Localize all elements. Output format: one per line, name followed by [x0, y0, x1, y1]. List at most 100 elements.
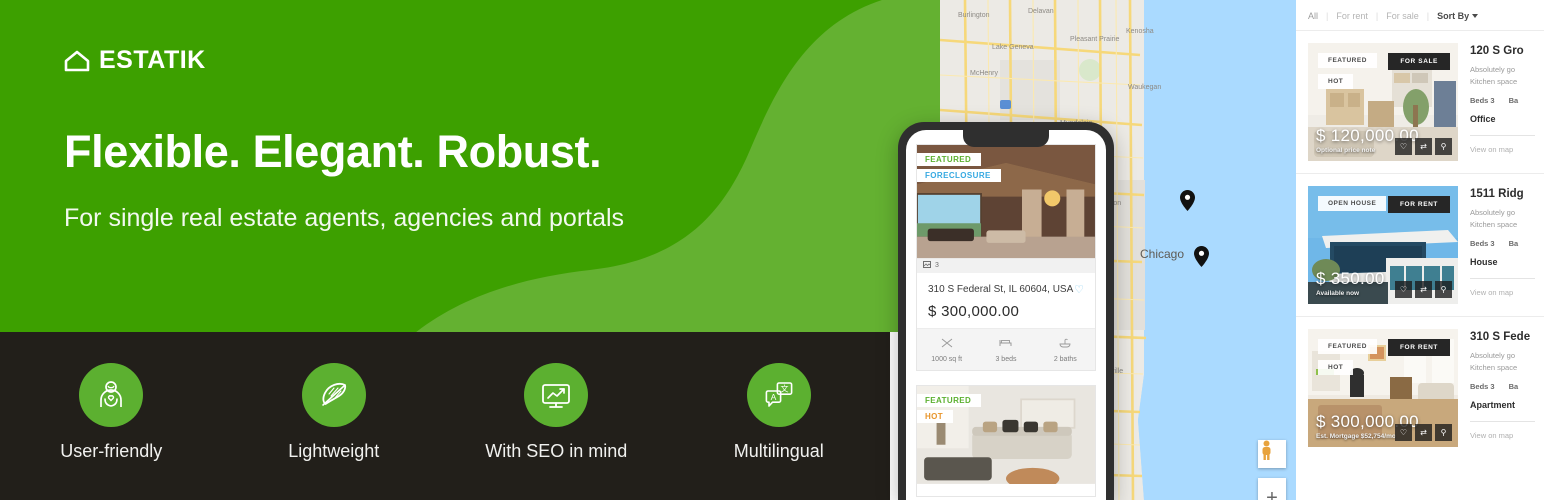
location-pin-icon[interactable]: ⚲: [1435, 138, 1452, 155]
listing-address: 310 S Federal St, IL 60604, USA: [928, 284, 1074, 295]
divider: [1470, 278, 1536, 279]
feature-user-friendly: User-friendly: [0, 363, 223, 462]
listing-row[interactable]: FEATURED HOT FOR RENT $ 300,000.00 Est. …: [1296, 316, 1544, 459]
status-badge: FOR RENT: [1387, 339, 1450, 356]
phone-listing-card[interactable]: FEATURED FORECLOSURE 3 310 S Federal St,…: [916, 144, 1096, 371]
listing-actions: ♡ ⇄ ⚲: [1395, 281, 1452, 298]
listing-photo: FEATURED HOT FOR RENT $ 300,000.00 Est. …: [1308, 329, 1458, 447]
sort-by-label: Sort By: [1437, 11, 1470, 21]
pegman-street-view-icon[interactable]: [1258, 440, 1286, 468]
listing-meta: Beds 3 Ba: [1470, 382, 1544, 391]
view-on-map-link[interactable]: View on map: [1470, 288, 1544, 297]
brand-logo[interactable]: ESTATIK: [64, 48, 206, 73]
listing-beds: Beds 3: [1470, 96, 1495, 105]
badge-featured: FEATURED: [1318, 339, 1377, 354]
feature-lightweight: Lightweight: [223, 363, 446, 462]
feature-icon-badge: [524, 363, 589, 427]
listing-badges: FEATURED HOT: [1318, 53, 1377, 95]
listing-badges: OPEN HOUSE: [1318, 196, 1387, 217]
badge-hot: HOT: [917, 410, 954, 423]
listing-meta: Beds 3 Ba: [1470, 239, 1544, 248]
sort-by-dropdown[interactable]: Sort By: [1437, 11, 1479, 21]
listing-title: 1511 Ridg: [1470, 188, 1524, 200]
monitor-growth-chart-icon: [539, 378, 573, 412]
filter-all[interactable]: All: [1308, 11, 1318, 21]
feature-icon-badge: [301, 363, 366, 427]
badge-hot: HOT: [1318, 74, 1354, 89]
feature-seo: With SEO in mind: [445, 363, 668, 462]
listing-photo: FEATURED HOT: [917, 386, 1095, 496]
divider: |: [1375, 11, 1379, 21]
svg-text:A: A: [770, 392, 776, 402]
badge-featured: FEATURED: [1318, 53, 1377, 68]
bed-icon: [999, 335, 1012, 353]
heart-icon[interactable]: ♡: [1395, 138, 1412, 155]
heart-icon[interactable]: ♡: [1395, 281, 1412, 298]
map-label: Pleasant Prairie: [1070, 36, 1120, 43]
svg-text:文: 文: [780, 384, 788, 394]
heart-icon[interactable]: ♡: [1395, 424, 1412, 441]
map-marker[interactable]: [1180, 190, 1195, 211]
brand-name: ESTATIK: [99, 46, 206, 74]
listing-title: 120 S Gro: [1470, 45, 1524, 57]
divider: |: [1326, 11, 1329, 21]
location-pin-icon[interactable]: ⚲: [1435, 424, 1452, 441]
listing-row[interactable]: OPEN HOUSE FOR RENT $ 350.00 Available n…: [1296, 173, 1544, 316]
listing-type: Office: [1470, 114, 1496, 124]
feature-label: User-friendly: [60, 441, 163, 461]
feature-label: With SEO in mind: [485, 441, 628, 461]
badge-foreclosure: FORECLOSURE: [917, 169, 1001, 182]
phone-listing-card[interactable]: FEATURED HOT: [916, 385, 1096, 497]
spec-value: 2 baths: [1053, 356, 1077, 363]
listing-row[interactable]: FEATURED HOT FOR SALE $ 120,000.00 Optio…: [1296, 30, 1544, 173]
house-icon: [64, 50, 90, 72]
listing-beds: Beds 3: [1470, 239, 1495, 248]
spec-value: 1000 sq ft: [931, 356, 963, 363]
listing-baths: Ba: [1508, 382, 1519, 391]
listing-desc-line1: Absolutely go: [1470, 351, 1516, 360]
hero-subtitle: For single real estate agents, agencies …: [64, 204, 625, 232]
phone-screen: FEATURED FORECLOSURE 3 310 S Federal St,…: [906, 130, 1106, 500]
badge-hot: HOT: [1318, 360, 1354, 375]
phone-mockup: FEATURED FORECLOSURE 3 310 S Federal St,…: [898, 122, 1114, 500]
feature-label: Lightweight: [288, 441, 380, 461]
promo-banner: ESTATIK Flexible. Elegant. Robust. For s…: [0, 0, 1544, 500]
listing-photo: FEATURED HOT FOR SALE $ 120,000.00 Optio…: [1308, 43, 1458, 161]
filter-for-rent[interactable]: For rent: [1336, 11, 1368, 21]
area-icon: [941, 335, 953, 353]
compare-icon[interactable]: ⇄: [1415, 281, 1432, 298]
translate-speech-bubbles-icon: 文 A: [762, 378, 796, 412]
listing-desc-line2: Kitchen space: [1470, 77, 1518, 86]
location-pin-icon[interactable]: ⚲: [1435, 281, 1452, 298]
view-on-map-link[interactable]: View on map: [1470, 145, 1544, 154]
map-marker[interactable]: [1194, 246, 1209, 267]
listings-panel: All | For rent | For sale | Sort By FEAT…: [1296, 0, 1544, 500]
listing-desc-line2: Kitchen space: [1470, 220, 1518, 229]
spec-area: 1000 sq ft: [917, 335, 976, 363]
listing-body: 310 S Federal St, IL 60604, USA ♡ $ 300,…: [917, 273, 1095, 328]
compare-icon[interactable]: ⇄: [1415, 138, 1432, 155]
listing-badges: FEATURED HOT: [917, 394, 982, 426]
badge-open-house: OPEN HOUSE: [1318, 196, 1387, 211]
view-on-map-link[interactable]: View on map: [1470, 431, 1544, 440]
feature-label: Multilingual: [733, 441, 824, 461]
spec-baths: 2 baths: [1036, 335, 1095, 363]
map-zoom-in-button[interactable]: +: [1258, 478, 1286, 500]
filter-for-sale[interactable]: For sale: [1386, 11, 1419, 21]
listing-desc-line1: Absolutely go: [1470, 208, 1516, 217]
listing-meta: Beds 3 Ba: [1470, 96, 1544, 105]
heart-icon[interactable]: ♡: [1074, 283, 1084, 296]
listing-beds: Beds 3: [1470, 382, 1495, 391]
listing-desc-line1: Absolutely go: [1470, 65, 1516, 74]
filter-bar: All | For rent | For sale | Sort By: [1296, 0, 1544, 30]
divider: [1470, 135, 1536, 136]
compare-icon[interactable]: ⇄: [1415, 424, 1432, 441]
feature-icon-badge: 文 A: [746, 363, 811, 427]
divider: [1470, 421, 1536, 422]
listing-desc-line2: Kitchen space: [1470, 363, 1518, 372]
listing-type: House: [1470, 257, 1498, 267]
photo-gallery-icon: [923, 261, 931, 270]
listing-photo: OPEN HOUSE FOR RENT $ 350.00 Available n…: [1308, 186, 1458, 304]
badge-featured: FEATURED: [917, 394, 982, 407]
listing-actions: ♡ ⇄ ⚲: [1395, 138, 1452, 155]
